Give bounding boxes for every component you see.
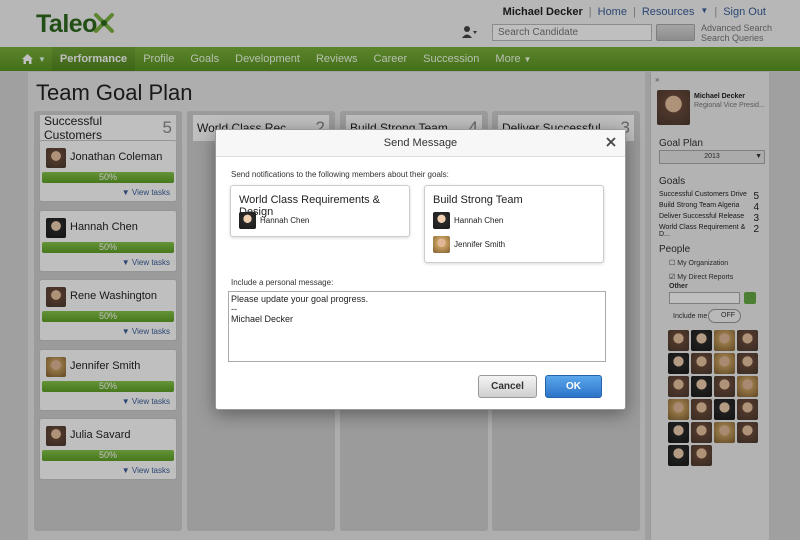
goal-recipients-box: World Class Requirements & Design Hannah…	[230, 185, 410, 237]
avatar	[433, 236, 450, 253]
recipient: Hannah Chen	[433, 212, 503, 229]
recipient-name: Hannah Chen	[454, 216, 504, 225]
avatar	[239, 212, 256, 229]
send-message-dialog: Send Message Send notifications to the f…	[215, 129, 626, 410]
goal-recipients-box: Build Strong Team Hannah Chen Jennifer S…	[424, 185, 604, 263]
ok-button[interactable]: OK	[545, 375, 602, 398]
personal-message-textarea[interactable]: Please update your goal progress. -- Mic…	[228, 291, 606, 362]
close-icon[interactable]	[605, 136, 617, 148]
recipient-name: Hannah Chen	[260, 216, 310, 225]
dialog-intro: Send notifications to the following memb…	[231, 170, 449, 179]
dialog-title: Send Message	[383, 137, 458, 149]
recipient-name: Jennifer Smith	[454, 240, 506, 249]
recipient: Jennifer Smith	[433, 236, 505, 253]
dialog-header: Send Message	[216, 130, 625, 157]
goal-title: Build Strong Team	[433, 194, 523, 206]
avatar	[433, 212, 450, 229]
cancel-button[interactable]: Cancel	[478, 375, 537, 398]
recipient: Hannah Chen	[239, 212, 309, 229]
message-label: Include a personal message:	[231, 278, 334, 287]
